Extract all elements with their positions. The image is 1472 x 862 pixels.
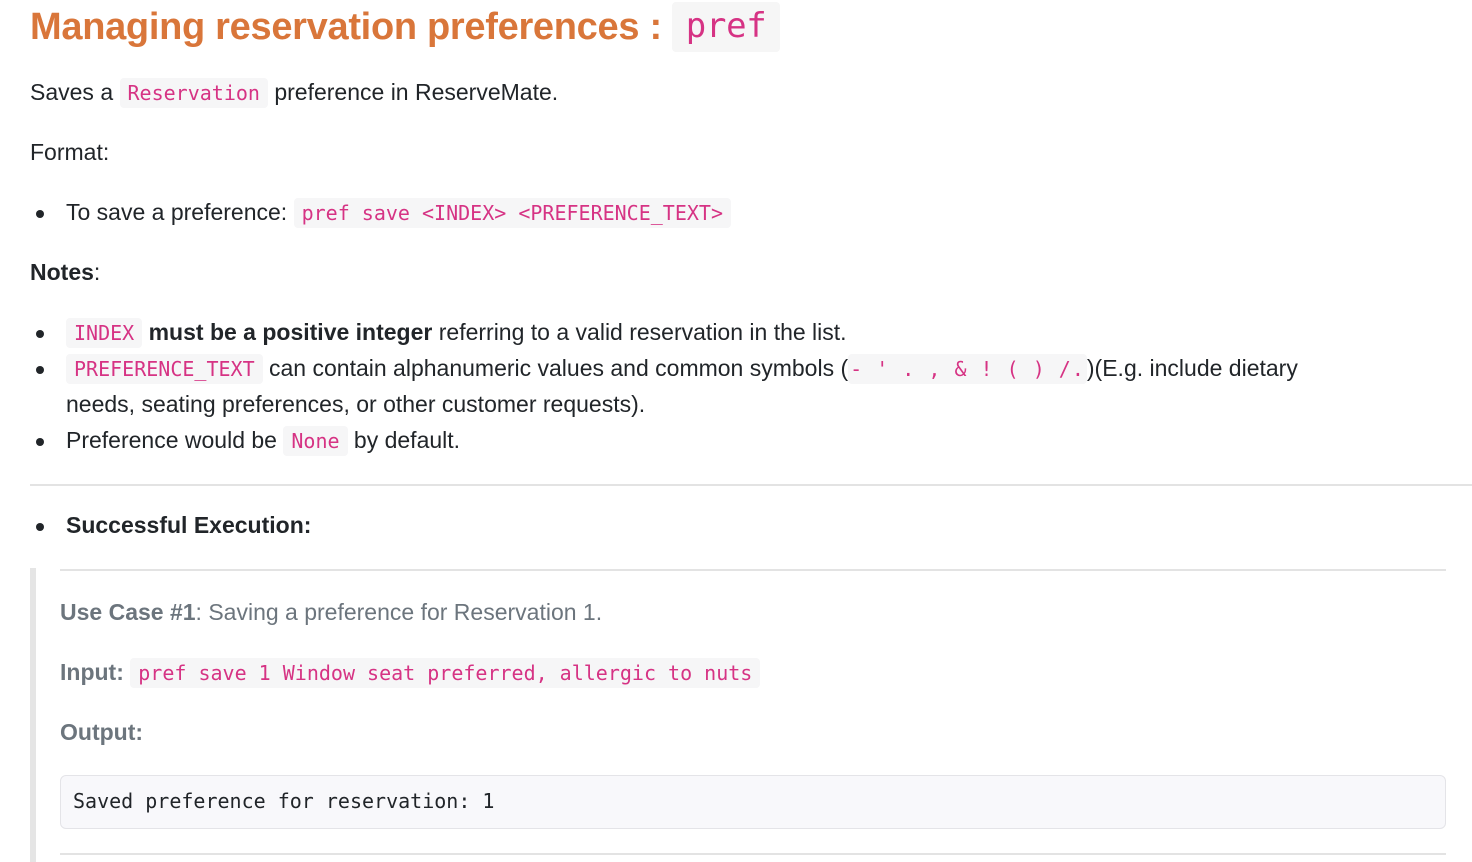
notes-item-3-text-after: by default. bbox=[353, 427, 461, 453]
use-case-line: Use Case #1: Saving a preference for Res… bbox=[60, 594, 602, 630]
notes-item-index: INDEX must be a positive integer referri… bbox=[66, 314, 847, 351]
notes-code-index: INDEX bbox=[66, 318, 143, 348]
page-title-command-code: pref bbox=[671, 2, 781, 52]
format-list-item: To save a preference: pref save <INDEX> … bbox=[66, 194, 732, 231]
notes-item-2-text-before: can contain alphanumeric values and comm… bbox=[269, 355, 849, 381]
input-command-code: pref save 1 Window seat preferred, aller… bbox=[130, 658, 761, 688]
output-code-block: Saved preference for reservation: 1 bbox=[60, 775, 1446, 829]
section-divider bbox=[30, 484, 1472, 486]
blockquote-bottom-divider bbox=[60, 853, 1446, 855]
format-bullet bbox=[36, 210, 44, 218]
notes-item-default: Preference would be None by default. bbox=[66, 422, 460, 459]
format-item-code: pref save <INDEX> <PREFERENCE_TEXT> bbox=[293, 198, 732, 228]
page-title: Managing reservation preferences : pref bbox=[30, 2, 781, 52]
notes-item-1-text: referring to a valid reservation in the … bbox=[438, 319, 847, 345]
format-label: Format: bbox=[30, 139, 110, 165]
notes-colon: : bbox=[93, 259, 101, 285]
output-code-text: Saved preference for reservation: 1 bbox=[73, 789, 495, 813]
notes-item-preference-text: PREFERENCE_TEXT can contain alphanumeric… bbox=[66, 350, 1298, 387]
format-item-text: To save a preference: bbox=[66, 199, 288, 225]
notes-heading: Notes: bbox=[30, 254, 100, 290]
notes-bullet-3 bbox=[36, 438, 44, 446]
intro-code-reservation: Reservation bbox=[119, 78, 268, 108]
notes-code-none: None bbox=[283, 426, 348, 456]
notes-item-3-text-before: Preference would be bbox=[66, 427, 277, 453]
use-case-label: Use Case #1 bbox=[60, 599, 196, 625]
notes-item-2-line-2: needs, seating preferences, or other cus… bbox=[66, 391, 646, 417]
page-title-text: Managing reservation preferences : bbox=[30, 5, 662, 48]
notes-item-2-text-after: )(E.g. include dietary bbox=[1086, 355, 1298, 381]
notes-code-symbols: - ' . , & ! ( ) /. bbox=[848, 354, 1087, 384]
execution-heading: Successful Execution: bbox=[66, 512, 312, 538]
use-case-text: : Saving a preference for Reservation 1. bbox=[195, 599, 603, 625]
intro-text-after: preference in ReserveMate. bbox=[274, 79, 559, 105]
input-label: Input: bbox=[60, 659, 124, 685]
blockquote-border bbox=[30, 568, 36, 862]
notes-bullet-1 bbox=[36, 330, 44, 338]
notes-bold-text: must be a positive integer bbox=[148, 319, 433, 345]
output-label: Output: bbox=[60, 719, 144, 745]
intro-paragraph: Saves a Reservation preference in Reserv… bbox=[30, 74, 558, 111]
notes-code-preference-text: PREFERENCE_TEXT bbox=[66, 354, 263, 384]
notes-label: Notes bbox=[30, 259, 94, 285]
notes-bullet-2 bbox=[36, 366, 44, 374]
intro-text-before: Saves a bbox=[30, 79, 114, 105]
execution-bullet bbox=[36, 523, 44, 531]
input-line: Input: pref save 1 Window seat preferred… bbox=[60, 654, 761, 691]
blockquote-top-divider bbox=[60, 569, 1446, 571]
